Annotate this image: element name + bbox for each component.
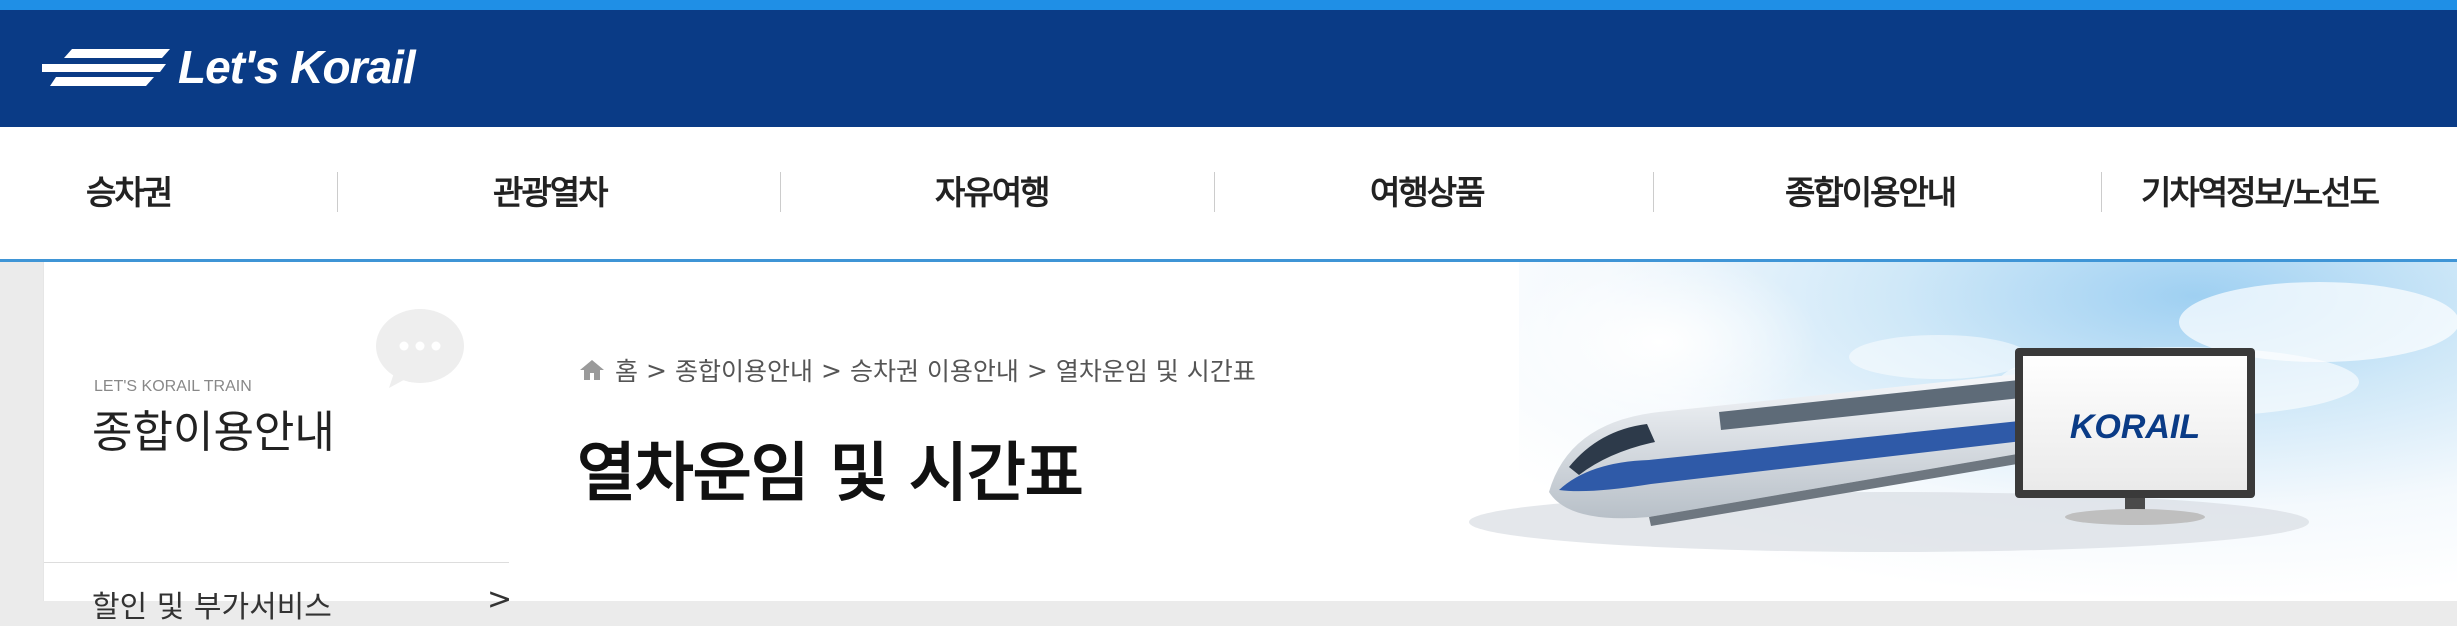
content-area: LET'S KORAIL TRAIN 종합이용안내 할인 및 부가서비스 > 홈… (0, 262, 2457, 625)
breadcrumb-current: 열차운임 및 시간표 (1055, 357, 1256, 386)
sidebar-title: 종합이용안내 (92, 407, 335, 458)
sidebar-divider (44, 562, 509, 563)
breadcrumb-home[interactable]: 홈 (615, 352, 638, 388)
nav-divider (2101, 172, 2102, 212)
main-navigation: 승차권 관광열차 자유여행 여행상품 종합이용안내 기차역정보/노선도 (0, 127, 2457, 259)
nav-item-free-travel[interactable]: 자유여행 (935, 127, 1050, 259)
sidebar: LET'S KORAIL TRAIN 종합이용안내 할인 및 부가서비스 > (43, 262, 512, 625)
chat-bubble-icon (376, 309, 464, 388)
site-header: Let's Korail (0, 10, 2457, 127)
nav-item-travel-products[interactable]: 여행상품 (1370, 127, 1485, 259)
breadcrumb: 홈 > 종합이용안내 > 승차권 이용안내 > 열차운임 및 시간표 (579, 352, 1256, 388)
home-icon (580, 360, 604, 380)
nav-item-station-info[interactable]: 기차역정보/노선도 (2141, 127, 2380, 259)
hero-banner: KORAIL (1419, 262, 2457, 601)
nav-item-general-guide[interactable]: 종합이용안내 (1785, 127, 1957, 259)
main-content: 홈 > 종합이용안내 > 승차권 이용안내 > 열차운임 및 시간표 열차운임 … (509, 262, 2457, 601)
breadcrumb-level1[interactable]: 종합이용안내 (675, 352, 813, 388)
nav-divider (1214, 172, 1215, 212)
monitor-logo: KORAIL (2070, 408, 2200, 446)
nav-divider (780, 172, 781, 212)
nav-divider (337, 172, 338, 212)
breadcrumb-level2[interactable]: 승차권 이용안내 (850, 352, 1019, 388)
sidebar-eyebrow: LET'S KORAIL TRAIN (94, 378, 252, 395)
sidebar-item-discounts[interactable]: 할인 및 부가서비스 (92, 582, 332, 626)
logo[interactable]: Let's Korail (42, 40, 416, 94)
page-title: 열차운임 및 시간표 (577, 437, 1084, 511)
top-accent-bar (0, 0, 2457, 10)
logo-text: Let's Korail (178, 41, 416, 93)
nav-divider (1653, 172, 1654, 212)
breadcrumb-separator: > (1026, 355, 1048, 385)
hero-illustration: KORAIL (1419, 262, 2457, 601)
nav-item-tickets[interactable]: 승차권 (86, 127, 173, 259)
korail-wing-icon (42, 49, 170, 86)
nav-item-tour-trains[interactable]: 관광열차 (493, 127, 608, 259)
breadcrumb-separator: > (820, 355, 842, 385)
breadcrumb-separator: > (646, 355, 667, 385)
